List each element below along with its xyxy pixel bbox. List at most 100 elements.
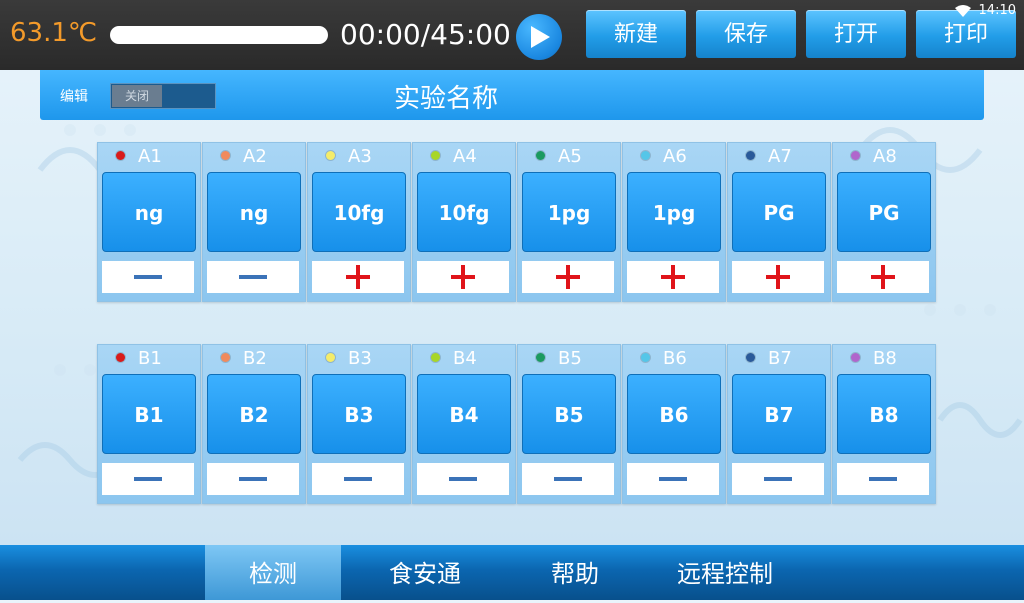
well-dye-dot (851, 353, 860, 362)
start-run-button[interactable] (516, 14, 562, 60)
well-dye-dot (641, 151, 650, 160)
well-b7[interactable]: B7 B7 (727, 344, 831, 504)
plus-icon-vertical (356, 265, 360, 289)
minus-icon (449, 477, 477, 481)
well-sample-name[interactable]: B4 (417, 374, 511, 454)
experiment-title-bar: 编辑 关闭 实验名称 (40, 70, 984, 120)
well-dye-dot (116, 151, 125, 160)
well-id-label: B4 (453, 348, 477, 369)
well-id-label: B5 (558, 348, 582, 369)
negative-result-indicator (522, 463, 614, 495)
well-a8[interactable]: A8 PG (832, 142, 936, 302)
minus-icon (344, 477, 372, 481)
positive-result-indicator (312, 261, 404, 293)
well-dye-dot (326, 353, 335, 362)
well-dye-dot (641, 353, 650, 362)
well-id-label: A1 (138, 146, 162, 167)
plus-icon-vertical (671, 265, 675, 289)
play-icon (531, 26, 550, 48)
well-a2[interactable]: A2 ng (202, 142, 306, 302)
nav-help[interactable]: 帮助 (530, 545, 620, 600)
negative-result-indicator (312, 463, 404, 495)
well-dye-dot (431, 353, 440, 362)
open-button[interactable]: 打开 (806, 10, 906, 58)
minus-icon (659, 477, 687, 481)
plus-icon-vertical (461, 265, 465, 289)
well-dye-dot (221, 151, 230, 160)
minus-icon (134, 275, 162, 279)
well-sample-name[interactable]: B6 (627, 374, 721, 454)
well-sample-name[interactable]: PG (732, 172, 826, 252)
positive-result-indicator (627, 261, 719, 293)
negative-result-indicator (837, 463, 929, 495)
experiment-name[interactable]: 实验名称 (40, 78, 984, 115)
well-a5[interactable]: A5 1pg (517, 142, 621, 302)
temperature-readout: 63.1℃ (10, 18, 98, 48)
well-sample-name[interactable]: 10fg (417, 172, 511, 252)
negative-result-indicator (627, 463, 719, 495)
nav-food-safety[interactable]: 食安通 (360, 545, 490, 600)
minus-icon (554, 477, 582, 481)
well-dye-dot (116, 353, 125, 362)
well-sample-name[interactable]: B7 (732, 374, 826, 454)
well-b6[interactable]: B6 B6 (622, 344, 726, 504)
well-id-label: A5 (558, 146, 582, 167)
well-id-label: A7 (768, 146, 792, 167)
experiment-name-text: 实验名称 (393, 84, 498, 114)
well-id-label: A4 (453, 146, 477, 167)
well-id-label: B2 (243, 348, 267, 369)
positive-result-indicator (522, 261, 614, 293)
well-sample-name[interactable]: B3 (312, 374, 406, 454)
well-dye-dot (746, 353, 755, 362)
well-id-label: B3 (348, 348, 372, 369)
well-id-label: A8 (873, 146, 897, 167)
positive-result-indicator (417, 261, 509, 293)
well-b2[interactable]: B2 B2 (202, 344, 306, 504)
well-id-label: A3 (348, 146, 372, 167)
negative-result-indicator (102, 261, 194, 293)
well-dye-dot (536, 151, 545, 160)
well-b1[interactable]: B1 B1 (97, 344, 201, 504)
negative-result-indicator (207, 463, 299, 495)
well-sample-name[interactable]: 1pg (627, 172, 721, 252)
well-sample-name[interactable]: 1pg (522, 172, 616, 252)
run-timer: 00:00/45:00 (340, 18, 511, 51)
save-button[interactable]: 保存 (696, 10, 796, 58)
well-dye-dot (221, 353, 230, 362)
well-dye-dot (746, 151, 755, 160)
nav-detect[interactable]: 检测 (205, 545, 341, 600)
well-a7[interactable]: A7 PG (727, 142, 831, 302)
well-id-label: B7 (768, 348, 792, 369)
well-sample-name[interactable]: 10fg (312, 172, 406, 252)
well-b8[interactable]: B8 B8 (832, 344, 936, 504)
positive-result-indicator (732, 261, 824, 293)
plus-icon-vertical (776, 265, 780, 289)
run-progress-bar (110, 26, 328, 44)
well-sample-name[interactable]: ng (102, 172, 196, 252)
well-sample-name[interactable]: B2 (207, 374, 301, 454)
new-button[interactable]: 新建 (586, 10, 686, 58)
well-dye-dot (326, 151, 335, 160)
well-sample-name[interactable]: PG (837, 172, 931, 252)
well-sample-name[interactable]: ng (207, 172, 301, 252)
well-sample-name[interactable]: B1 (102, 374, 196, 454)
well-sample-name[interactable]: B8 (837, 374, 931, 454)
minus-icon (239, 477, 267, 481)
well-a3[interactable]: A3 10fg (307, 142, 411, 302)
minus-icon (869, 477, 897, 481)
well-sample-name[interactable]: B5 (522, 374, 616, 454)
well-b3[interactable]: B3 B3 (307, 344, 411, 504)
nav-remote-control[interactable]: 远程控制 (660, 545, 790, 600)
well-a4[interactable]: A4 10fg (412, 142, 516, 302)
minus-icon (239, 275, 267, 279)
well-a1[interactable]: A1 ng (97, 142, 201, 302)
well-b5[interactable]: B5 B5 (517, 344, 621, 504)
well-a6[interactable]: A6 1pg (622, 142, 726, 302)
well-b4[interactable]: B4 B4 (412, 344, 516, 504)
positive-result-indicator (837, 261, 929, 293)
negative-result-indicator (732, 463, 824, 495)
well-id-label: B1 (138, 348, 162, 369)
negative-result-indicator (102, 463, 194, 495)
minus-icon (134, 477, 162, 481)
well-dye-dot (431, 151, 440, 160)
